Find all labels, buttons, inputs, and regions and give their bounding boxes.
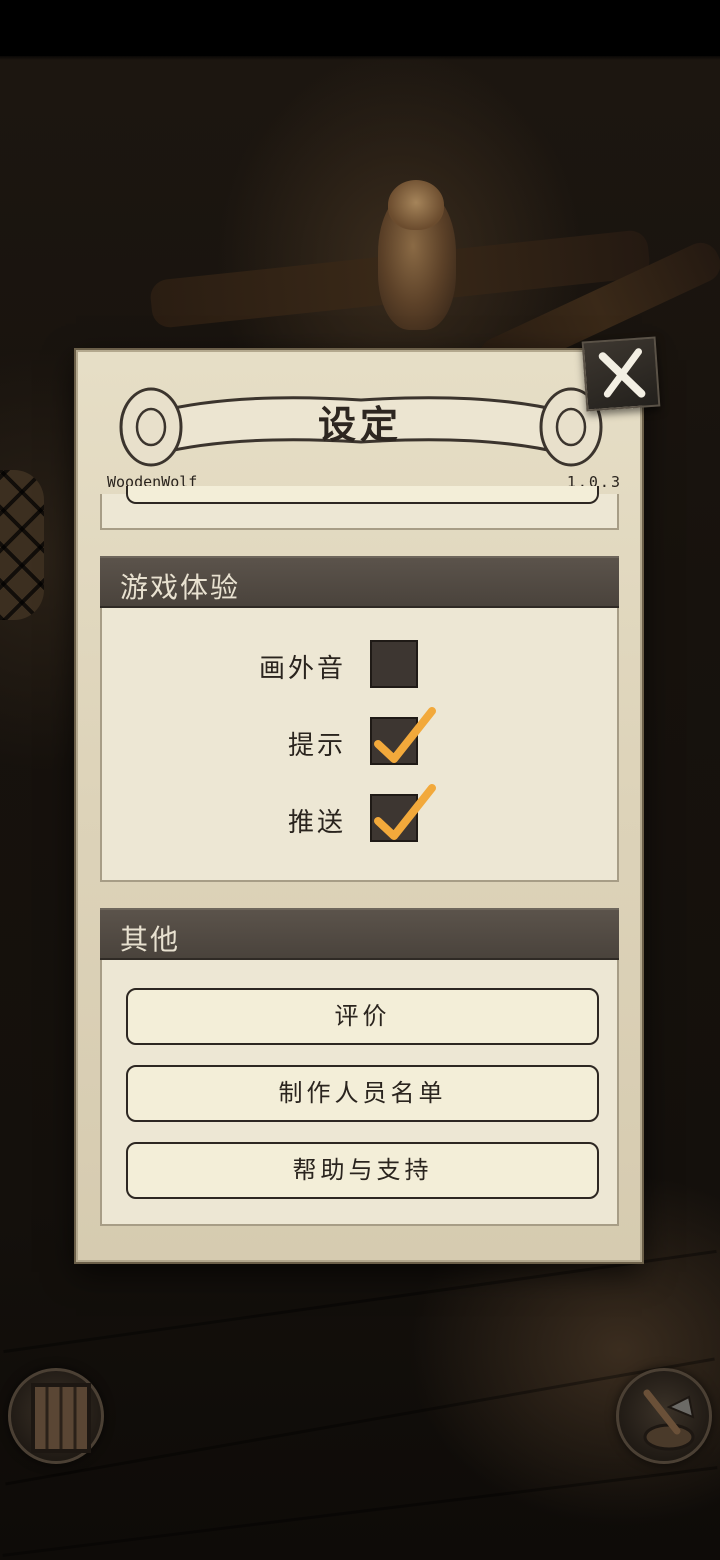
checkmark-icon [374, 784, 436, 840]
axe-button[interactable] [616, 1368, 712, 1464]
experience-header-label: 游戏体验 [120, 571, 241, 604]
background-window [0, 470, 44, 620]
game-screen: 设定 WoodenWolf 1.0.3 游戏体验 画外音 提示 推送 其他 评价… [0, 0, 720, 1560]
other-header-label: 其他 [120, 923, 181, 956]
help-support-button[interactable]: 帮助与支持 [126, 1142, 599, 1199]
floor-plank [5, 1357, 715, 1486]
toggle-row-hints: 提示 [0, 707, 720, 767]
close-x-icon [598, 348, 646, 398]
toggle-label: 提示 [287, 731, 346, 761]
axe-icon [643, 1389, 695, 1451]
door-icon [31, 1383, 91, 1453]
toggle-label: 推送 [287, 808, 346, 838]
partial-button [126, 486, 599, 504]
rate-button[interactable]: 评价 [126, 988, 599, 1045]
credits-button[interactable]: 制作人员名单 [126, 1065, 599, 1122]
voiceover-checkbox[interactable] [370, 640, 418, 688]
toggle-row-push: 推送 [0, 784, 720, 844]
push-checkbox[interactable] [370, 784, 436, 842]
other-section-header: 其他 [100, 908, 619, 960]
experience-section-header: 游戏体验 [100, 556, 619, 608]
floor-plank [3, 1249, 717, 1354]
checkmark-icon [374, 707, 436, 763]
floor-plank [2, 1466, 718, 1557]
status-bar [0, 0, 720, 56]
toggle-row-voiceover: 画外音 [0, 640, 720, 690]
hints-checkbox[interactable] [370, 707, 436, 765]
toggle-label: 画外音 [258, 654, 346, 684]
door-button[interactable] [8, 1368, 104, 1464]
owl-head [388, 180, 444, 230]
close-button[interactable] [581, 336, 661, 412]
